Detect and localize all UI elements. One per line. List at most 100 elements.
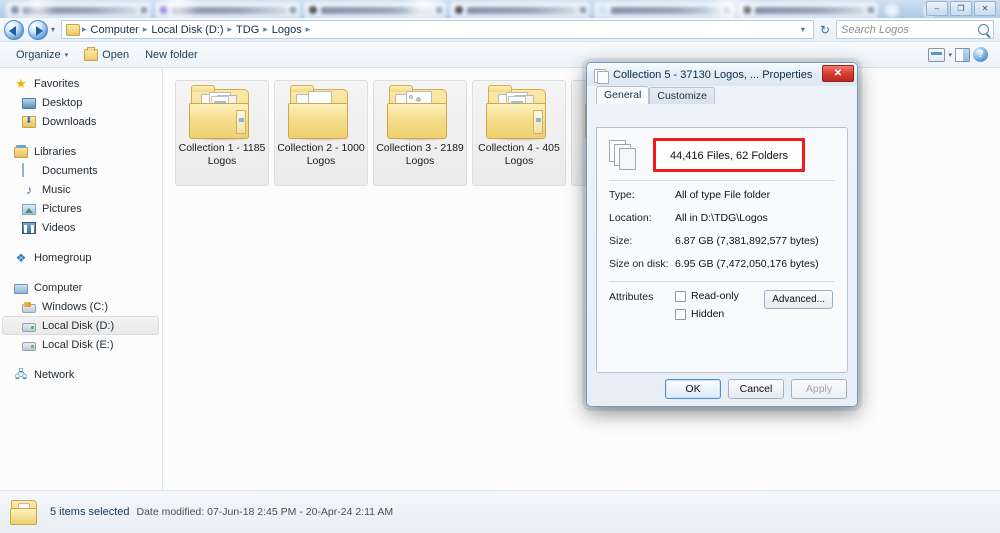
property-value: 6.87 GB (7,381,892,577 bytes)	[675, 235, 819, 247]
sidebar-item-label: Local Disk (E:)	[42, 338, 114, 351]
sidebar-item-homegroup[interactable]: ❖ Homegroup	[0, 248, 162, 267]
selection-count-label: 5 items selected	[50, 506, 130, 518]
file-item-label: Collection 1 - 1185 Logos	[178, 142, 266, 167]
folder-icon	[486, 85, 552, 141]
file-list-pane[interactable]: Collection 1 - 1185 Logos Collection 2 -…	[163, 68, 1000, 490]
sidebar-item-label: Documents	[42, 164, 98, 177]
change-view-icon[interactable]	[928, 47, 946, 62]
divider	[609, 281, 835, 282]
sidebar-item-favorites[interactable]: ★ Favorites	[0, 74, 162, 93]
breadcrumb-item-local-disk-d[interactable]: Local Disk (D:)	[149, 24, 225, 36]
properties-dialog: Collection 5 - 37130 Logos, ... Properti…	[586, 62, 858, 407]
sidebar-item-libraries[interactable]: Libraries	[0, 142, 162, 161]
forward-button[interactable]	[28, 19, 48, 40]
navigation-pane[interactable]: ★ Favorites Desktop Downloads Libraries …	[0, 68, 163, 490]
search-icon	[978, 24, 989, 35]
windows-drive-icon	[22, 301, 36, 313]
help-icon[interactable]: ?	[973, 47, 988, 62]
date-modified-label: Date modified: 07-Jun-18 2:45 PM - 20-Ap…	[136, 506, 394, 518]
address-bar[interactable]: ▸ Computer ▸ Local Disk (D:) ▸ TDG ▸ Log…	[61, 20, 814, 39]
preview-pane-icon[interactable]	[955, 47, 970, 62]
close-icon	[141, 7, 147, 13]
toolbar-right-group: ▾ ?	[928, 47, 992, 62]
music-icon: ♪	[26, 182, 32, 197]
sidebar-item-label: Libraries	[34, 145, 77, 158]
sidebar-item-documents[interactable]: Documents	[0, 161, 162, 180]
downloads-icon	[22, 115, 36, 128]
open-folder-icon	[84, 46, 99, 61]
file-item-collection-3[interactable]: Collection 3 - 2189 Logos	[373, 80, 467, 186]
search-input[interactable]: Search Logos	[841, 24, 909, 36]
sidebar-item-pictures[interactable]: Pictures	[0, 199, 162, 218]
sidebar-item-local-disk-e[interactable]: Local Disk (E:)	[0, 335, 162, 354]
checkbox-box[interactable]	[675, 290, 686, 302]
file-item-collection-2[interactable]: Collection 2 - 1000 Logos	[274, 80, 368, 186]
browser-close-button[interactable]: ✕	[974, 1, 996, 16]
property-value: All of type File folder	[675, 189, 771, 201]
new-folder-button[interactable]: New folder	[137, 46, 206, 64]
file-stack-icon	[609, 140, 639, 170]
checkbox-box[interactable]	[675, 308, 686, 320]
sidebar-item-local-disk-d[interactable]: Local Disk (D:)	[2, 316, 159, 335]
drive-icon	[22, 341, 36, 351]
file-item-label: Collection 3 - 2189 Logos	[376, 142, 464, 167]
browser-maximize-button[interactable]: ❐	[950, 1, 972, 16]
hidden-checkbox[interactable]: Hidden	[675, 308, 739, 320]
browser-window-controls[interactable]: – ❐ ✕	[926, 1, 996, 16]
property-value: All in D:\TDG\Logos	[675, 212, 768, 224]
file-item-collection-1[interactable]: Collection 1 - 1185 Logos	[175, 80, 269, 186]
dialog-title-bar[interactable]: Collection 5 - 37130 Logos, ... Properti…	[587, 63, 857, 86]
property-row-location: Location: All in D:\TDG\Logos	[597, 212, 847, 224]
file-item-collection-4[interactable]: Collection 4 - 405 Logos	[472, 80, 566, 186]
ok-button[interactable]: OK	[665, 379, 721, 399]
back-button[interactable]	[4, 19, 24, 40]
navigation-bar: ▾ ▸ Computer ▸ Local Disk (D:) ▸ TDG ▸ L…	[0, 18, 1000, 42]
dialog-tabs: General Customize	[587, 86, 857, 104]
search-box[interactable]: Search Logos	[836, 20, 994, 39]
checkbox-label: Hidden	[691, 308, 725, 320]
tab-customize[interactable]: Customize	[649, 87, 715, 104]
cancel-button[interactable]: Cancel	[728, 379, 784, 399]
sidebar-item-desktop[interactable]: Desktop	[0, 93, 162, 112]
tab-general[interactable]: General	[596, 86, 650, 104]
drive-icon	[22, 322, 36, 332]
libraries-icon	[14, 145, 28, 158]
property-key: Size:	[609, 235, 633, 247]
star-icon: ★	[15, 75, 27, 91]
document-icon	[22, 162, 36, 178]
readonly-checkbox[interactable]: Read-only	[675, 290, 739, 302]
property-row-type: Type: All of type File folder	[597, 189, 847, 201]
address-dropdown-icon[interactable]: ▾	[797, 25, 809, 34]
sidebar-item-label: Downloads	[42, 115, 97, 128]
breadcrumb: ▸ Computer ▸ Local Disk (D:) ▸ TDG ▸ Log…	[80, 24, 312, 36]
sidebar-item-videos[interactable]: Videos	[0, 218, 162, 237]
browser-minimize-button[interactable]: –	[926, 1, 948, 16]
sidebar-item-computer[interactable]: Computer	[0, 278, 162, 297]
breadcrumb-item-computer[interactable]: Computer	[89, 24, 141, 36]
open-button[interactable]: Open	[76, 46, 137, 64]
breadcrumb-item-logos[interactable]: Logos	[270, 24, 304, 36]
property-key: Type:	[609, 189, 635, 201]
breadcrumb-item-tdg[interactable]: TDG	[234, 24, 261, 36]
sidebar-item-network[interactable]: 🖧 Network	[0, 365, 162, 384]
property-row-size-on-disk: Size on disk: 6.95 GB (7,472,050,176 byt…	[597, 258, 847, 270]
checkbox-label: Read-only	[691, 290, 739, 302]
history-dropdown-icon[interactable]: ▾	[51, 25, 55, 34]
breadcrumb-separator: ▸	[263, 24, 268, 34]
close-button[interactable]: ✕	[822, 65, 854, 82]
refresh-icon[interactable]: ↻	[814, 23, 836, 37]
organize-button[interactable]: Organize ▾	[8, 46, 76, 64]
sidebar-item-downloads[interactable]: Downloads	[0, 112, 162, 131]
background-browser-window: – ❐ ✕	[0, 0, 1000, 20]
screen: – ❐ ✕ ▾ ▸ Computer ▸ Local Disk (D:) ▸ T…	[0, 0, 1000, 533]
sidebar-item-music[interactable]: ♪ Music	[0, 180, 162, 199]
sidebar-item-label: Favorites	[34, 77, 80, 90]
favicon-icon	[599, 6, 607, 14]
advanced-button[interactable]: Advanced...	[764, 290, 833, 309]
property-key: Location:	[609, 212, 652, 224]
sidebar-item-windows-c[interactable]: Windows (C:)	[0, 297, 162, 316]
chevron-down-icon[interactable]: ▾	[948, 51, 952, 59]
organize-label: Organize	[16, 48, 61, 61]
folder-icon	[66, 23, 81, 36]
desktop-icon	[22, 98, 36, 109]
